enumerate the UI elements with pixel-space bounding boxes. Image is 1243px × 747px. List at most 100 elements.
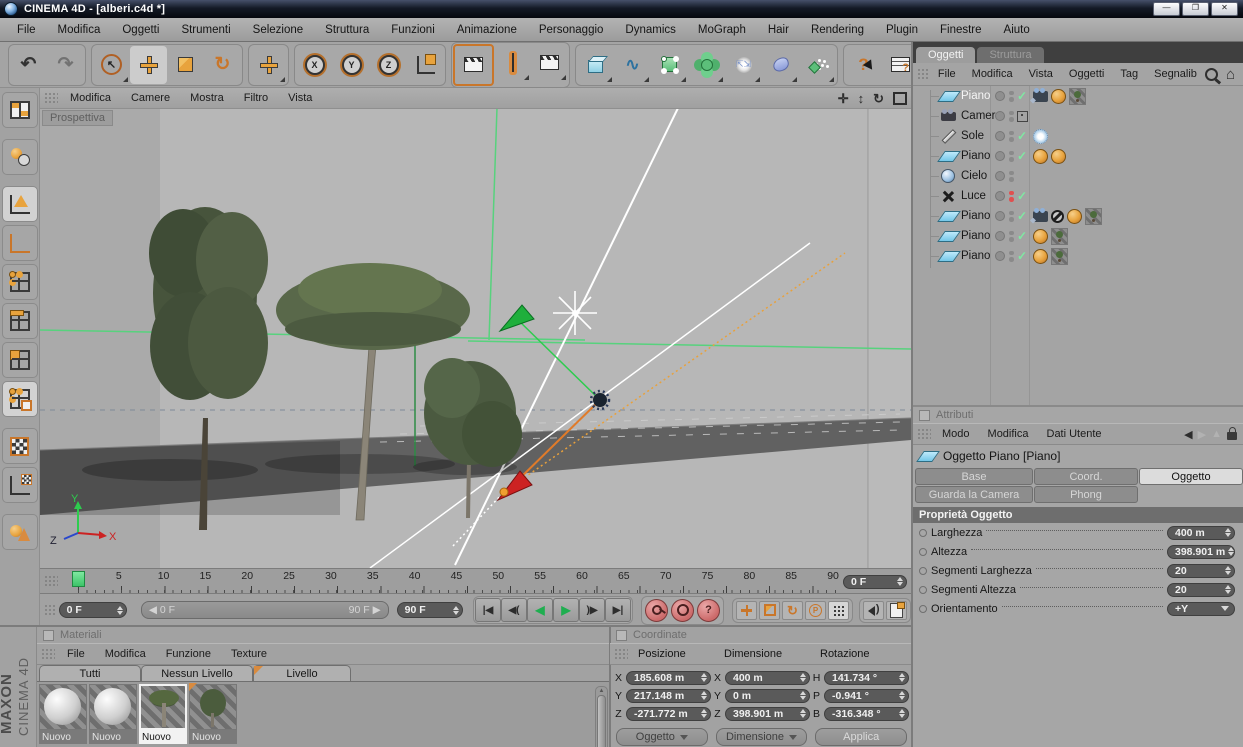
layer-dot[interactable] [995, 131, 1005, 141]
panel-square-icon[interactable] [919, 409, 930, 421]
next-key-button[interactable]: )▶ [579, 598, 605, 622]
segmenti-altezza-field[interactable]: 20 [1167, 582, 1235, 597]
materials-menu-item[interactable]: Funzione [156, 648, 221, 660]
lock-x-button[interactable]: X [296, 46, 333, 84]
object-menu-item[interactable]: Tag [1112, 68, 1146, 80]
view-label[interactable]: Prospettiva [42, 110, 114, 126]
move-button[interactable] [130, 45, 167, 84]
texture-tag-icon[interactable] [1051, 88, 1066, 104]
rotation-p-field[interactable]: -0.941 ° [824, 688, 909, 703]
autokey-button[interactable] [671, 598, 694, 622]
altezza-field[interactable]: 398.901 m [1167, 544, 1235, 559]
rotation-b-field[interactable]: -316.348 ° [824, 706, 909, 721]
texture-tag-icon[interactable] [1033, 248, 1048, 264]
material-name[interactable]: Nuovo [39, 730, 87, 744]
visibility-dots[interactable] [1009, 230, 1014, 242]
material-thumbnail-sphere[interactable] [89, 684, 137, 730]
tree-texture-tag-icon[interactable] [1085, 207, 1102, 225]
points-mode-button[interactable] [1, 264, 38, 300]
grip-handle[interactable] [917, 427, 931, 441]
render-team-button[interactable] [531, 44, 568, 82]
orientamento-dropdown[interactable]: +Y [1167, 601, 1235, 616]
object-axis-mode-button[interactable] [1, 225, 38, 261]
viewport-pan-icon[interactable]: ✛ [838, 92, 849, 105]
object-row[interactable]: Camera [913, 106, 1243, 126]
object-name[interactable]: Piano [961, 150, 990, 162]
redo-button[interactable]: ↷ [47, 46, 84, 84]
object-name[interactable]: Luce [961, 190, 986, 202]
position-y-field[interactable]: 217.148 m [626, 688, 711, 703]
menu-item[interactable]: File [6, 24, 47, 36]
param-bullet-icon[interactable] [919, 547, 927, 556]
layer-dot[interactable] [995, 191, 1005, 201]
material-item[interactable]: Nuovo [89, 684, 137, 746]
array-button[interactable] [688, 46, 725, 84]
sun-tag-icon[interactable] [1033, 128, 1048, 144]
spinner[interactable] [116, 603, 123, 618]
object-row[interactable]: Luce ✓ [913, 186, 1243, 206]
position-x-field[interactable]: 185.608 m [626, 670, 711, 685]
go-to-start-button[interactable]: |◀ [475, 598, 501, 622]
menu-item[interactable]: Modifica [47, 24, 112, 36]
scale-button[interactable] [167, 46, 204, 84]
layout-button[interactable] [1, 92, 38, 128]
viewport[interactable]: Modifica Camere Mostra Filtro Vista ✛ ↕ ↻ Pr… [40, 88, 911, 568]
object-name[interactable]: Piano [961, 210, 990, 222]
material-name[interactable]: Nuovo [89, 730, 137, 744]
record-keyframe-button[interactable] [645, 598, 668, 622]
environment-button[interactable] [762, 46, 799, 84]
viewport-canvas[interactable]: Y X Z [40, 108, 911, 568]
texture-axis-mode-button[interactable] [1, 467, 38, 503]
tab-livello[interactable]: Livello [253, 665, 351, 681]
menu-item[interactable]: Personaggio [528, 24, 615, 36]
menu-item[interactable]: Strumenti [170, 24, 241, 36]
visibility-dots[interactable] [1009, 130, 1014, 142]
range-right-grip[interactable]: ▶ [373, 604, 381, 616]
go-to-end-button[interactable]: ▶| [605, 598, 631, 622]
tree-texture-tag-icon[interactable] [1051, 227, 1068, 245]
rotate-button[interactable]: ↻ [204, 46, 241, 84]
menu-item[interactable]: Oggetti [111, 24, 170, 36]
range-left-grip[interactable]: ◀ [149, 604, 157, 616]
texture-tag-icon[interactable] [1033, 148, 1048, 164]
history-back-icon[interactable]: ◀ [1184, 428, 1192, 441]
menu-item[interactable]: Aiuto [993, 24, 1041, 36]
coordinate-system-button[interactable] [407, 46, 444, 84]
help-button[interactable]: ? [845, 46, 882, 84]
spinner[interactable] [453, 603, 459, 618]
layer-dot[interactable] [995, 151, 1005, 161]
param-bullet-icon[interactable] [919, 566, 927, 575]
preview-range-slider[interactable]: ◀ 0 F 90 F ▶ [140, 601, 389, 619]
keyframe-selection-button[interactable] [886, 600, 907, 620]
history-up-icon[interactable]: ▲ [1211, 428, 1222, 440]
spinner[interactable] [1225, 525, 1231, 540]
tree-texture-tag-icon[interactable] [1069, 87, 1086, 105]
tab-phong[interactable]: Phong [1034, 486, 1138, 503]
object-name[interactable]: Piano [961, 90, 990, 102]
deformer-button[interactable]: ⇱⇲ [725, 46, 762, 84]
tab-struttura[interactable]: Struttura [977, 47, 1044, 63]
render-settings-button[interactable] [494, 44, 531, 82]
frame-ruler[interactable]: 051015202530354045505560657075808590 [72, 569, 839, 594]
model-mode-button[interactable] [1, 186, 38, 222]
layer-dot[interactable] [995, 251, 1005, 261]
visibility-dots[interactable] [1009, 170, 1014, 182]
param-bullet-icon[interactable] [919, 585, 927, 594]
tab-oggetti[interactable]: Oggetti [916, 47, 976, 63]
param-bullet-icon[interactable] [919, 528, 927, 537]
oggetto-dropdown[interactable]: Oggetto [616, 728, 708, 746]
menu-item[interactable]: Hair [757, 24, 800, 36]
viewport-menu-item[interactable]: Vista [278, 92, 322, 104]
visibility-dots[interactable] [1009, 110, 1014, 122]
object-menu-item[interactable]: Vista [1021, 68, 1061, 80]
texture-tag-icon[interactable] [1067, 208, 1082, 224]
tab-base[interactable]: Base [915, 468, 1033, 485]
key-parameter-toggle[interactable]: P [805, 600, 826, 620]
larghezza-field[interactable]: 400 m [1167, 525, 1235, 540]
start-frame-field[interactable]: 0 F [58, 602, 127, 618]
layer-dot[interactable] [995, 231, 1005, 241]
timeline-ruler[interactable]: 051015202530354045505560657075808590 0 F [40, 568, 911, 594]
menu-item[interactable]: Rendering [800, 24, 875, 36]
object-row[interactable]: Piano ✓ [913, 206, 1243, 226]
panel-square-icon[interactable] [616, 629, 627, 641]
